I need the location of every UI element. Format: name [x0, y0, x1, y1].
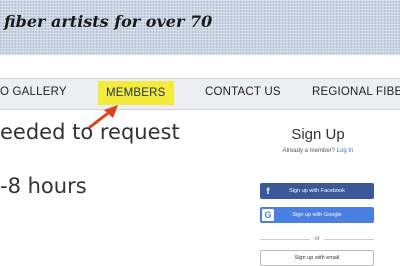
signup-facebook-button[interactable]: f Sign up with Facebook: [260, 183, 374, 199]
signup-facebook-label: Sign up with Facebook: [289, 188, 345, 194]
main-nav: O GALLERY MEMBERS CONTACT US REGIONAL FI…: [0, 78, 400, 110]
nav-item-members[interactable]: MEMBERS: [98, 81, 174, 105]
divider-line: [324, 239, 374, 240]
already-member-text: Already a member? Log In: [252, 148, 384, 154]
site-banner: fiber artists for over 70: [0, 0, 400, 55]
facebook-icon: f: [266, 186, 270, 196]
google-icon: G: [262, 209, 274, 221]
body-text-line: eeded to request: [0, 120, 180, 144]
login-link[interactable]: Log In: [337, 148, 354, 154]
already-member-label: Already a member?: [282, 148, 335, 154]
body-text-line: -8 hours: [0, 174, 87, 198]
nav-item-contact-us[interactable]: CONTACT US: [205, 86, 281, 98]
signup-google-label: Sign up with Google: [292, 212, 342, 218]
signup-google-button[interactable]: G Sign up with Google: [260, 207, 374, 223]
signup-title: Sign Up: [291, 126, 345, 143]
nav-item-gallery[interactable]: O GALLERY: [0, 86, 67, 98]
signup-email-button[interactable]: Sign up with email: [260, 250, 374, 266]
nav-item-regional-fiber[interactable]: REGIONAL FIBER: [312, 86, 400, 98]
site-tagline: fiber artists for over 70: [4, 12, 213, 31]
signup-panel: Sign Up Already a member? Log In f Sign …: [252, 122, 384, 266]
or-divider: or: [260, 235, 374, 243]
